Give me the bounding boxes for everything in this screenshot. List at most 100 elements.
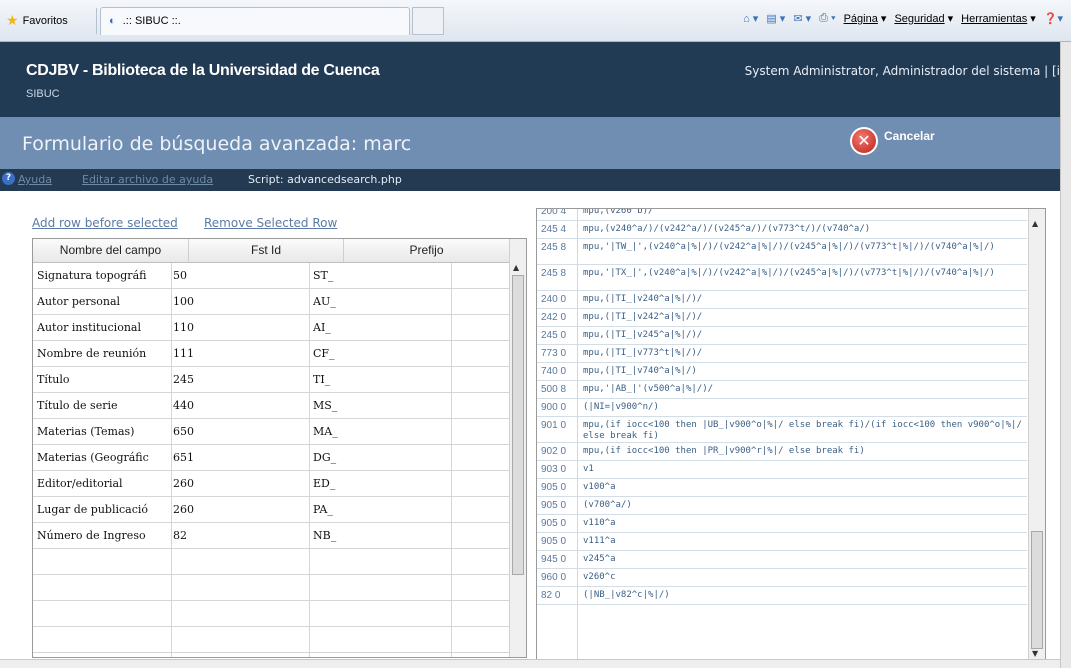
- favorites-button[interactable]: ★ Favoritos: [6, 12, 68, 29]
- scroll-up-icon[interactable]: ▲: [1032, 219, 1038, 228]
- new-tab-button[interactable]: [412, 7, 444, 35]
- fst-id-cell: 50: [173, 269, 187, 282]
- table-row[interactable]: 740 0 mpu,(|TI_|v740^a|%|/): [537, 363, 1027, 381]
- fst-id-cell: 111: [173, 347, 194, 360]
- table-row[interactable]: 245 8 mpu,'|TX_|',(v240^a|%|/)/(v242^a|%|…: [537, 265, 1027, 291]
- table-row[interactable]: 200 4 mpu,(v260^b)/: [537, 208, 1027, 221]
- form-title-bar: Formulario de búsqueda avanzada: marc ✕ …: [0, 117, 1060, 169]
- fields-grid-scrollbar[interactable]: ▲: [509, 239, 526, 657]
- field-name-cell: Signatura topográfi: [37, 269, 147, 282]
- fst-id-cell: 651: [173, 451, 194, 464]
- star-icon: ★: [6, 12, 19, 28]
- fst-format-cell: mpu,(v260^b)/: [583, 208, 654, 216]
- table-row[interactable]: 773 0 mpu,(|TI_|v773^t|%|/)/: [537, 345, 1027, 363]
- table-row[interactable]: 500 8 mpu,'|AB_|'(v500^a|%|/)/: [537, 381, 1027, 399]
- empty-row[interactable]: [33, 549, 509, 575]
- fields-grid-body: Signatura topográfi 50 ST_ Autor personal 10…: [33, 263, 509, 657]
- table-row[interactable]: 240 0 mpu,(|TI_|v240^a|%|/)/: [537, 291, 1027, 309]
- table-row[interactable]: 905 0 v100^a: [537, 479, 1027, 497]
- fst-tag-cell: 240 0: [541, 294, 567, 305]
- table-row[interactable]: 905 0 (v700^a/): [537, 497, 1027, 515]
- fst-tag-cell: 960 0: [541, 572, 567, 583]
- empty-row[interactable]: [33, 575, 509, 601]
- cancel-button[interactable]: ✕ Cancelar: [850, 127, 935, 155]
- page-vertical-scrollbar[interactable]: [1060, 42, 1071, 668]
- fst-tag-cell: 900 0: [541, 402, 567, 413]
- scroll-up-icon[interactable]: ▲: [513, 263, 519, 272]
- home-icon[interactable]: ⌂ ▾: [743, 12, 758, 25]
- table-row[interactable]: Título de serie 440 MS_: [33, 393, 509, 419]
- fst-format-cell: v245^a: [583, 554, 616, 564]
- help-icon[interactable]: ❓▾: [1044, 12, 1063, 25]
- help-bar: ? Ayuda Editar archivo de ayuda Script: …: [0, 169, 1060, 191]
- scroll-down-icon[interactable]: ▼: [1032, 649, 1038, 658]
- column-header-fst-id[interactable]: Fst Id: [189, 239, 344, 262]
- table-row[interactable]: 82 0 (|NB_|v82^c|%|/): [537, 587, 1027, 605]
- table-row[interactable]: Materias (Temas) 650 MA_: [33, 419, 509, 445]
- scroll-thumb[interactable]: [512, 275, 524, 575]
- table-row[interactable]: 901 0 mpu,(if iocc<100 then |UB_|v900^o|%…: [537, 417, 1027, 443]
- table-row[interactable]: Editor/editorial 260 ED_: [33, 471, 509, 497]
- fst-format-cell: v260^c: [583, 572, 616, 582]
- page-horizontal-scrollbar[interactable]: [0, 659, 1060, 668]
- help-circle-icon: ?: [2, 172, 15, 185]
- help-link[interactable]: Ayuda: [18, 173, 52, 186]
- table-row[interactable]: 245 4 mpu,(v240^a/)/(v242^a/)/(v245^a/)/(…: [537, 221, 1027, 239]
- table-row[interactable]: 245 0 mpu,(|TI_|v245^a|%|/)/: [537, 327, 1027, 345]
- fst-tag-cell: 905 0: [541, 500, 567, 511]
- fst-tag-cell: 245 0: [541, 330, 567, 341]
- table-row[interactable]: Signatura topográfi 50 ST_: [33, 263, 509, 289]
- tab-title: .:: SIBUC ::.: [122, 15, 181, 27]
- fst-tag-cell: 82 0: [541, 590, 561, 601]
- table-row[interactable]: Nombre de reunión 111 CF_: [33, 341, 509, 367]
- table-row[interactable]: 960 0 v260^c: [537, 569, 1027, 587]
- feeds-icon[interactable]: ▤ ▾: [766, 12, 785, 25]
- table-row[interactable]: 905 0 v110^a: [537, 515, 1027, 533]
- fst-format-cell: mpu,(|TI_|v245^a|%|/)/: [583, 330, 703, 340]
- table-row[interactable]: Materias (Geográfic 651 DG_: [33, 445, 509, 471]
- table-row[interactable]: 903 0 v1: [537, 461, 1027, 479]
- tools-menu[interactable]: Herramientas ▾: [961, 12, 1036, 25]
- table-row[interactable]: Título 245 TI_: [33, 367, 509, 393]
- column-header-field-name[interactable]: Nombre del campo: [33, 239, 189, 262]
- prefix-cell: NB_: [313, 529, 337, 542]
- fst-grid-scrollbar[interactable]: ▲ ▼: [1028, 209, 1045, 659]
- fst-id-cell: 260: [173, 477, 194, 490]
- field-name-cell: Autor personal: [37, 295, 121, 308]
- fst-id-cell: 260: [173, 503, 194, 516]
- prefix-cell: PA_: [313, 503, 333, 516]
- field-name-cell: Materias (Geográfic: [37, 451, 149, 464]
- table-row[interactable]: Autor institucional 110 AI_: [33, 315, 509, 341]
- field-name-cell: Número de Ingreso: [37, 529, 146, 542]
- mail-icon[interactable]: ✉ ▾: [793, 12, 811, 25]
- cancel-label: Cancelar: [884, 129, 935, 143]
- table-row[interactable]: 905 0 v111^a: [537, 533, 1027, 551]
- browser-toolbar: ★ Favoritos ◐ .:: SIBUC ::. ⌂ ▾ ▤ ▾ ✉ ▾ …: [0, 0, 1071, 42]
- print-icon[interactable]: ⎙ ▾: [819, 12, 835, 25]
- empty-row[interactable]: [33, 601, 509, 627]
- edit-help-link[interactable]: Editar archivo de ayuda: [82, 173, 213, 186]
- table-row[interactable]: Número de Ingreso 82 NB_: [33, 523, 509, 549]
- fst-tag-cell: 740 0: [541, 366, 567, 377]
- fst-tag-cell: 901 0: [541, 420, 567, 431]
- table-row[interactable]: 242 0 mpu,(|TI_|v242^a|%|/)/: [537, 309, 1027, 327]
- table-row[interactable]: 902 0 mpu,(if iocc<100 then |PR_|v900^r|%…: [537, 443, 1027, 461]
- security-menu[interactable]: Seguridad ▾: [894, 12, 953, 25]
- scroll-thumb[interactable]: [1031, 531, 1043, 649]
- page-menu[interactable]: Página ▾: [844, 12, 887, 25]
- field-name-cell: Autor institucional: [37, 321, 141, 334]
- empty-row[interactable]: [33, 627, 509, 653]
- column-header-prefix[interactable]: Prefijo: [344, 239, 509, 262]
- table-row[interactable]: 945 0 v245^a: [537, 551, 1027, 569]
- table-row[interactable]: Autor personal 100 AU_: [33, 289, 509, 315]
- browser-tab[interactable]: ◐ .:: SIBUC ::.: [100, 7, 410, 35]
- remove-row-link[interactable]: Remove Selected Row: [204, 216, 337, 230]
- table-row[interactable]: 245 8 mpu,'|TW_|',(v240^a|%|/)/(v242^a|%|…: [537, 239, 1027, 265]
- prefix-cell: MS_: [313, 399, 338, 412]
- table-row[interactable]: Lugar de publicació 260 PA_: [33, 497, 509, 523]
- page-title: Formulario de búsqueda avanzada: marc: [22, 133, 412, 155]
- field-name-cell: Lugar de publicació: [37, 503, 149, 516]
- fst-id-cell: 245: [173, 373, 194, 386]
- table-row[interactable]: 900 0 (|NI=|v900^n/): [537, 399, 1027, 417]
- add-row-link[interactable]: Add row before selected: [32, 216, 178, 230]
